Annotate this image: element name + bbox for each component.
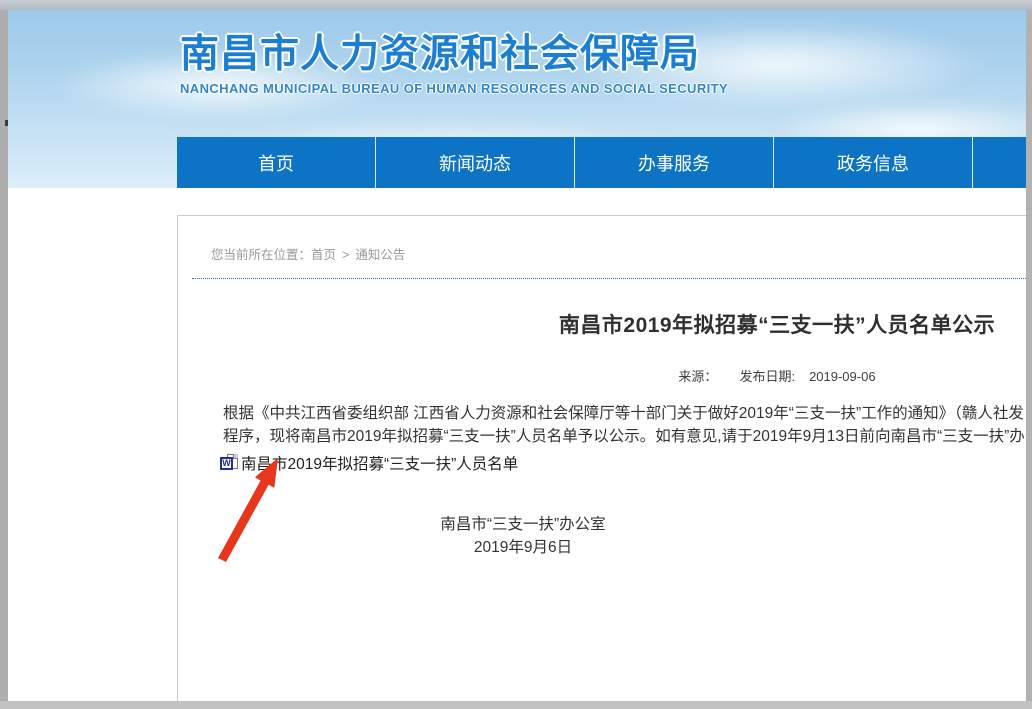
body-paragraph-line-2: 程序，现将南昌市2019年拟招募“三支一扶”人员名单予以公示。如有意见,请于20… — [223, 426, 1026, 448]
page-viewport: 南昌市人力资源和社会保障局 NANCHANG MUNICIPAL BUREAU … — [8, 10, 1026, 701]
nav-item-news[interactable]: 新闻动态 — [376, 137, 575, 188]
breadcrumb-link-home[interactable]: 首页 — [311, 248, 336, 262]
meta-source-label: 来源： — [678, 369, 717, 384]
word-doc-icon: W — [220, 454, 239, 473]
nav-item-home[interactable]: 首页 — [177, 137, 376, 188]
attachment-label: 南昌市2019年拟招募“三支一扶”人员名单 — [241, 452, 518, 474]
breadcrumb-separator: > — [342, 248, 349, 262]
article-meta: 来源： 发布日期: 2019-09-06 — [178, 366, 1026, 385]
nav-item-cutoff[interactable] — [973, 137, 1026, 188]
window-frame-left — [0, 10, 8, 701]
dotted-divider — [192, 278, 1026, 279]
nav-item-gov-info[interactable]: 政务信息 — [774, 137, 973, 188]
signature-block: 南昌市“三支一扶”办公室 2019年9月6日 — [223, 513, 823, 559]
window-frame-bottom — [0, 701, 1032, 709]
article-title: 南昌市2019年拟招募“三支一扶”人员名单公示 — [178, 309, 1026, 339]
site-logo[interactable]: 南昌市人力资源和社会保障局 NANCHANG MUNICIPAL BUREAU … — [180, 32, 728, 96]
meta-date-value: 2019-09-06 — [809, 369, 876, 384]
signature-date: 2019年9月6日 — [223, 536, 823, 559]
nav-item-services[interactable]: 办事服务 — [575, 137, 774, 188]
breadcrumb-link-notices[interactable]: 通知公告 — [355, 248, 405, 262]
content-panel: 您当前所在位置：首页>通知公告 南昌市2019年拟招募“三支一扶”人员名单公示 … — [177, 215, 1026, 701]
main-nav: 首页 新闻动态 办事服务 政务信息 — [177, 137, 1026, 188]
meta-date-label: 发布日期: — [739, 369, 795, 384]
signature-office: 南昌市“三支一扶”办公室 — [223, 513, 823, 536]
window-frame-top — [0, 0, 1032, 10]
site-title-chinese: 南昌市人力资源和社会保障局 — [180, 32, 728, 78]
window-frame-right — [1026, 10, 1032, 701]
attachment-link[interactable]: W 南昌市2019年拟招募“三支一扶”人员名单 — [220, 452, 518, 474]
breadcrumb-prefix: 您当前所在位置： — [211, 248, 311, 262]
browser-window: 南昌市人力资源和社会保障局 NANCHANG MUNICIPAL BUREAU … — [0, 0, 1032, 709]
site-title-english: NANCHANG MUNICIPAL BUREAU OF HUMAN RESOU… — [180, 81, 728, 96]
breadcrumb: 您当前所在位置：首页 > 通知公告 — [211, 244, 405, 263]
body-paragraph-line-1: 根据《中共江西省委组织部 江西省人力资源和社会保障厅等十部门关于做好2019年“… — [223, 403, 1026, 425]
